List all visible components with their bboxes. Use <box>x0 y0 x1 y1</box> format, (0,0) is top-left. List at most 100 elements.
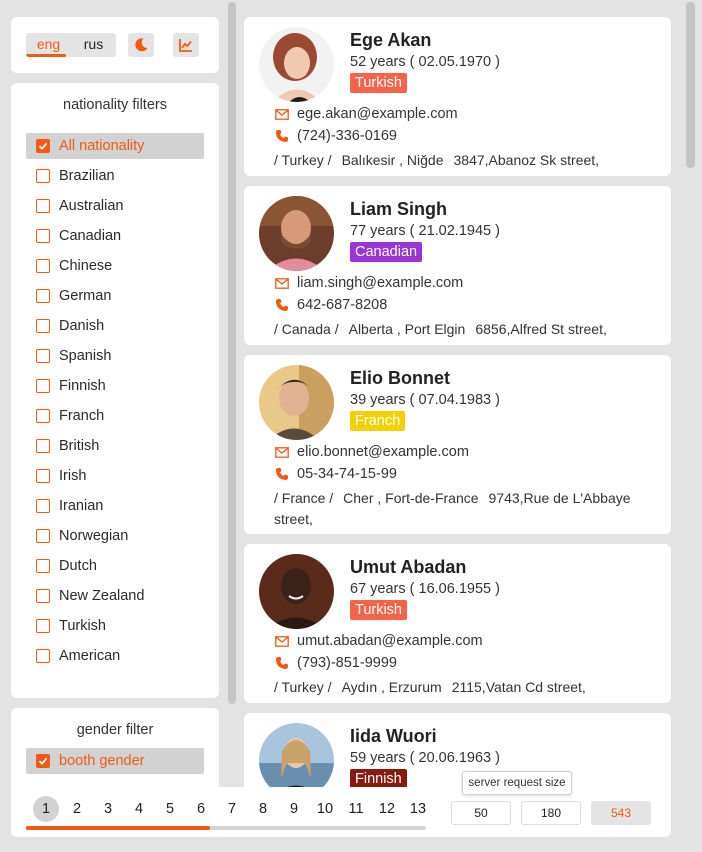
filter-label: Spanish <box>59 348 112 364</box>
filter-label: New Zealand <box>59 588 145 604</box>
page-button[interactable]: 2 <box>64 796 90 822</box>
checkbox-checked[interactable] <box>36 754 50 768</box>
lang-rus-button[interactable]: rus <box>71 33 116 55</box>
checkbox[interactable] <box>36 229 50 243</box>
theme-toggle-button[interactable] <box>128 33 154 57</box>
page-button[interactable]: 9 <box>281 796 307 822</box>
person-address: / France / Cher , Fort-de-France 9743,Rue … <box>274 488 664 530</box>
page-button[interactable]: 1 <box>33 796 59 822</box>
checkbox-checked[interactable] <box>36 139 50 153</box>
filter-option[interactable]: German <box>26 283 204 309</box>
checkbox[interactable] <box>36 319 50 333</box>
person-address: / Turkey / Balıkesir , Niğde 3847,Abanoz S… <box>274 150 664 171</box>
filter-option[interactable]: Irish <box>26 463 204 489</box>
chart-button[interactable] <box>173 33 199 57</box>
filter-label: Canadian <box>59 228 122 244</box>
phone-icon <box>276 468 288 480</box>
person-card[interactable]: Umut Abadan 67 years ( 16.06.1955 ) Turkis… <box>244 544 671 703</box>
people-scrollbar[interactable] <box>686 2 695 168</box>
filter-option[interactable]: Dutch <box>26 553 204 579</box>
checkbox[interactable] <box>36 529 50 543</box>
filter-label: Franch <box>59 408 105 424</box>
filter-option[interactable]: Finnish <box>26 373 204 399</box>
person-age: 77 years ( 21.02.1945 ) <box>350 223 500 239</box>
page-button[interactable]: 3 <box>95 796 121 822</box>
checkbox[interactable] <box>36 619 50 633</box>
person-age: 52 years ( 02.05.1970 ) <box>350 54 500 70</box>
pagination-panel: 1 2 3 4 5 6 7 8 9 10 11 12 13 50 180 543 <box>11 787 671 837</box>
filter-option[interactable]: New Zealand <box>26 583 204 609</box>
person-email[interactable]: liam.singh@example.com <box>274 275 463 291</box>
phone-text: 05-34-74-15-99 <box>297 466 397 482</box>
email-text: elio.bonnet@example.com <box>297 444 469 460</box>
person-phone[interactable]: (724)-336-0169 <box>274 128 397 144</box>
person-name: Umut Abadan <box>350 557 467 577</box>
checkbox[interactable] <box>36 589 50 603</box>
filter-option[interactable]: Franch <box>26 403 204 429</box>
request-size-button[interactable]: 180 <box>521 801 581 825</box>
person-phone[interactable]: 642-687-8208 <box>274 297 387 313</box>
filter-label: Danish <box>59 318 105 334</box>
checkbox[interactable] <box>36 349 50 363</box>
person-card[interactable]: Elio Bonnet 39 years ( 07.04.1983 ) Franch… <box>244 355 671 534</box>
address-part: / Turkey / <box>274 152 332 168</box>
person-card[interactable]: Ege Akan 52 years ( 02.05.1970 ) Turkish eg… <box>244 17 671 176</box>
filter-label: Brazilian <box>59 168 115 184</box>
filter-option[interactable]: Iranian <box>26 493 204 519</box>
person-phone[interactable]: 05-34-74-15-99 <box>274 466 397 482</box>
request-size-button[interactable]: 543 <box>591 801 651 825</box>
person-email[interactable]: ege.akan@example.com <box>274 106 458 122</box>
page-button[interactable]: 5 <box>157 796 183 822</box>
filter-option[interactable]: Norwegian <box>26 523 204 549</box>
page-button[interactable]: 10 <box>312 796 338 822</box>
filter-label: American <box>59 648 121 664</box>
person-email[interactable]: elio.bonnet@example.com <box>274 444 469 460</box>
checkbox[interactable] <box>36 559 50 573</box>
filter-option[interactable]: Canadian <box>26 223 204 249</box>
nationality-filter-panel: nationality filters All nationality Brazi… <box>11 83 219 698</box>
request-size-button[interactable]: 50 <box>451 801 511 825</box>
page-button[interactable]: 8 <box>250 796 276 822</box>
filter-option[interactable]: Brazilian <box>26 163 204 189</box>
checkbox[interactable] <box>36 289 50 303</box>
page-button[interactable]: 13 <box>405 796 431 822</box>
page-progress-track <box>26 826 426 830</box>
checkbox[interactable] <box>36 199 50 213</box>
filter-option[interactable]: Australian <box>26 193 204 219</box>
checkbox[interactable] <box>36 259 50 273</box>
person-age: 39 years ( 07.04.1983 ) <box>350 392 500 408</box>
person-email[interactable]: umut.abadan@example.com <box>274 633 483 649</box>
mail-icon <box>275 635 289 647</box>
person-card[interactable]: Liam Singh 77 years ( 21.02.1945 ) Canadia… <box>244 186 671 345</box>
checkbox[interactable] <box>36 379 50 393</box>
chart-icon <box>179 39 192 52</box>
settings-panel: eng rus <box>11 17 219 73</box>
lang-eng-button[interactable]: eng <box>26 33 71 55</box>
page-button[interactable]: 4 <box>126 796 152 822</box>
phone-text: 642-687-8208 <box>297 297 388 313</box>
filter-label: British <box>59 438 100 454</box>
filter-option[interactable]: All nationality <box>26 133 204 159</box>
filter-option[interactable]: Turkish <box>26 613 204 639</box>
checkbox[interactable] <box>36 469 50 483</box>
filter-option[interactable]: Chinese <box>26 253 204 279</box>
filter-option[interactable]: Danish <box>26 313 204 339</box>
page-button[interactable]: 11 <box>343 796 369 822</box>
page-button[interactable]: 7 <box>219 796 245 822</box>
checkbox[interactable] <box>36 169 50 183</box>
filter-option[interactable]: booth gender <box>26 748 204 774</box>
filter-option[interactable]: Spanish <box>26 343 204 369</box>
checkbox[interactable] <box>36 499 50 513</box>
filter-option[interactable]: American <box>26 643 204 669</box>
checkbox[interactable] <box>36 439 50 453</box>
person-phone[interactable]: (793)-851-9999 <box>274 655 397 671</box>
mail-icon <box>275 108 289 120</box>
page-button[interactable]: 12 <box>374 796 400 822</box>
email-text: ege.akan@example.com <box>297 106 458 122</box>
filters-scrollbar[interactable] <box>228 2 236 704</box>
person-name: Ege Akan <box>350 30 432 50</box>
page-button[interactable]: 6 <box>188 796 214 822</box>
checkbox[interactable] <box>36 409 50 423</box>
checkbox[interactable] <box>36 649 50 663</box>
filter-option[interactable]: British <box>26 433 204 459</box>
